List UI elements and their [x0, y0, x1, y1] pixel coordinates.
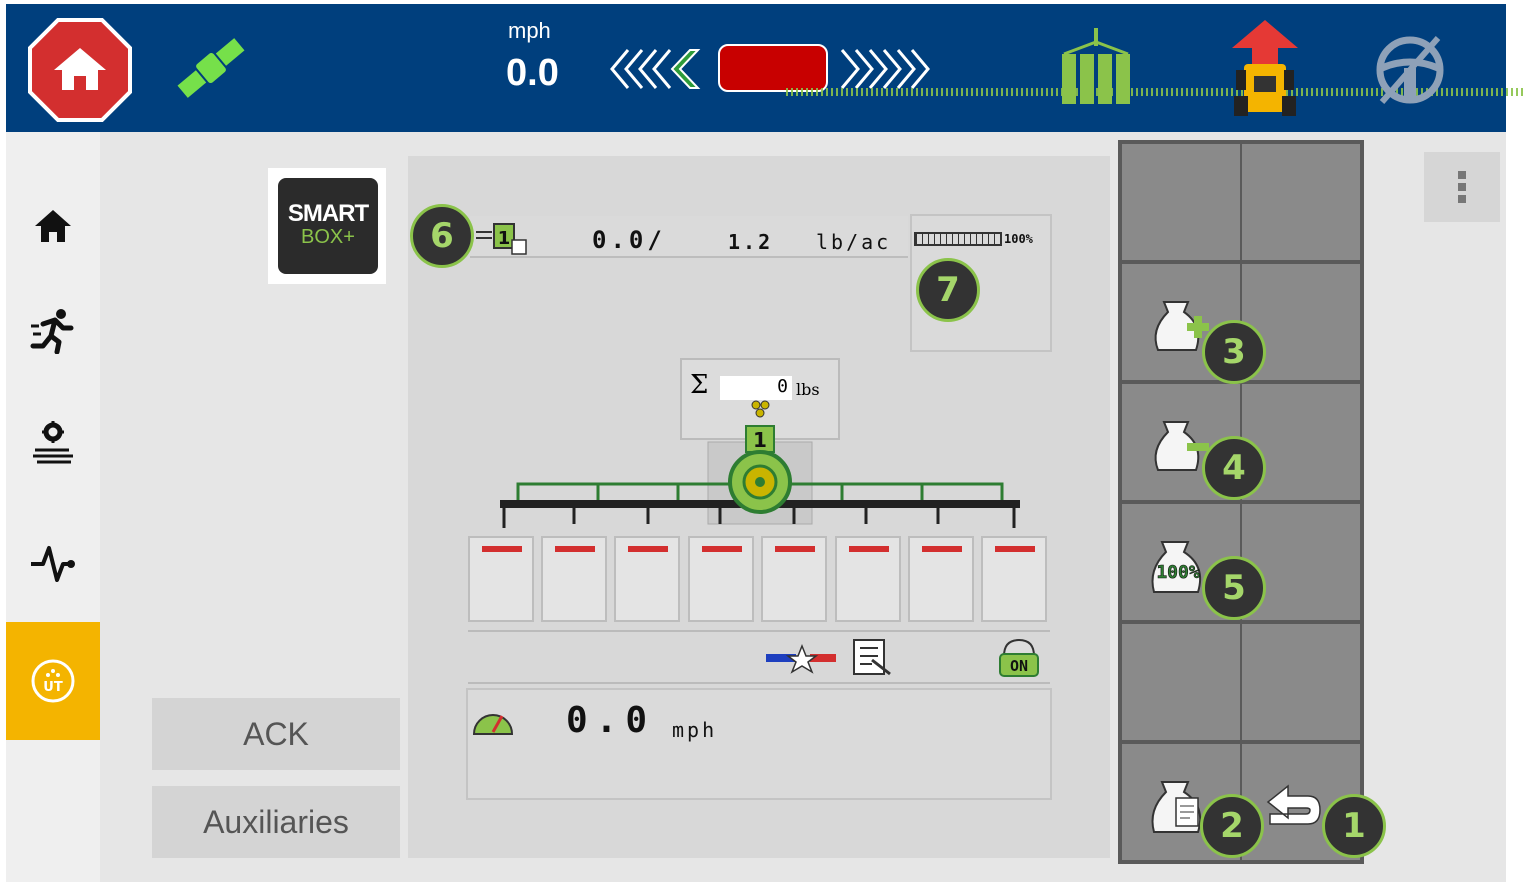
rate-target[interactable]: 1.2	[728, 230, 773, 254]
svg-text:UT: UT	[43, 680, 63, 695]
product-rate-icon: 1	[476, 223, 527, 255]
kebab-dot-icon	[1458, 183, 1466, 191]
callout-3: 3	[1202, 320, 1266, 384]
status-row	[468, 630, 1050, 684]
master-on-label: ON	[1010, 657, 1028, 675]
autosteer-disabled-icon[interactable]	[1372, 34, 1448, 106]
field-gear-icon	[33, 421, 73, 464]
running-person-icon	[30, 309, 74, 354]
speed-readout: 0.0	[506, 52, 559, 94]
callout-5: 5	[1202, 556, 1266, 620]
hopper-total-value: 0	[720, 376, 792, 400]
section-7[interactable]	[908, 536, 974, 622]
nav-run[interactable]	[6, 280, 100, 380]
section-4[interactable]	[688, 536, 754, 622]
softkey-panel: 100%	[1118, 140, 1364, 864]
rate-actual: 0.0/	[592, 226, 666, 254]
ground-speed-unit: mph	[672, 718, 718, 742]
section-3[interactable]	[614, 536, 680, 622]
nav-diagnostics[interactable]	[6, 514, 100, 614]
kebab-dot-icon	[1458, 195, 1466, 203]
smartbox-logo: SMART BOX+	[268, 168, 386, 284]
callout-1: 1	[1322, 794, 1386, 858]
softkey-empty-1[interactable]	[1122, 144, 1240, 260]
nav-universal-terminal[interactable]: UT	[6, 622, 100, 740]
sigma-symbol: Σ	[690, 370, 709, 400]
nav-field-settings[interactable]	[6, 394, 100, 494]
softkey-empty-7[interactable]	[1242, 624, 1360, 740]
pulse-icon	[31, 546, 75, 582]
section-1[interactable]	[468, 536, 534, 622]
ground-speed-value: 0.0	[566, 700, 656, 741]
checklist-icon[interactable]	[852, 636, 894, 676]
ut-icon: UT	[31, 659, 75, 703]
chevron-right-indicator-icon	[840, 49, 930, 89]
home-icon	[35, 210, 71, 242]
section-6[interactable]	[835, 536, 901, 622]
callout-2: 2	[1200, 794, 1264, 858]
auxiliaries-button[interactable]: Auxiliaries	[152, 786, 400, 858]
chevron-left-indicator-icon	[610, 49, 701, 89]
softkey-empty-2[interactable]	[1242, 144, 1360, 260]
implement-sections-icon[interactable]	[1058, 28, 1134, 108]
meter-number: 1	[753, 428, 767, 452]
softkey-empty-6[interactable]	[1122, 624, 1240, 740]
gps-star-icon	[766, 644, 836, 674]
guidance-error-bar	[718, 44, 828, 92]
speedometer-icon	[472, 714, 514, 735]
more-options-button[interactable]	[1424, 152, 1500, 222]
bin-level-bar	[914, 232, 1002, 246]
left-navigation: UT	[6, 132, 100, 882]
speed-unit-label: mph	[508, 18, 551, 43]
fill-100-label: 100%	[1156, 562, 1200, 583]
section-8[interactable]	[981, 536, 1047, 622]
callout-7: 7	[916, 258, 980, 322]
rate-unit: lb/ac	[816, 230, 892, 254]
seeds-icon	[751, 400, 770, 418]
logo-text-box: BOX+	[301, 226, 355, 248]
section-2[interactable]	[541, 536, 607, 622]
logo-text-smart: SMART	[287, 200, 369, 227]
home-stop-icon[interactable]	[28, 18, 132, 122]
svg-text:1: 1	[498, 228, 511, 249]
gps-satellite-icon[interactable]	[172, 32, 250, 104]
hopper-total-unit: lbs	[796, 380, 820, 399]
section-5[interactable]	[761, 536, 827, 622]
ground-speed-box	[466, 688, 1052, 800]
boom-diagram: 1	[500, 425, 1020, 528]
tractor-heading-icon[interactable]	[1226, 20, 1304, 118]
master-on-icon[interactable]: ON	[996, 636, 1042, 680]
callout-4: 4	[1202, 436, 1266, 500]
kebab-dot-icon	[1458, 171, 1466, 179]
bin-level-percent: 100%	[1004, 232, 1033, 246]
callout-6: 6	[410, 204, 474, 268]
ack-button[interactable]: ACK	[152, 698, 400, 770]
nav-home[interactable]	[6, 176, 100, 276]
